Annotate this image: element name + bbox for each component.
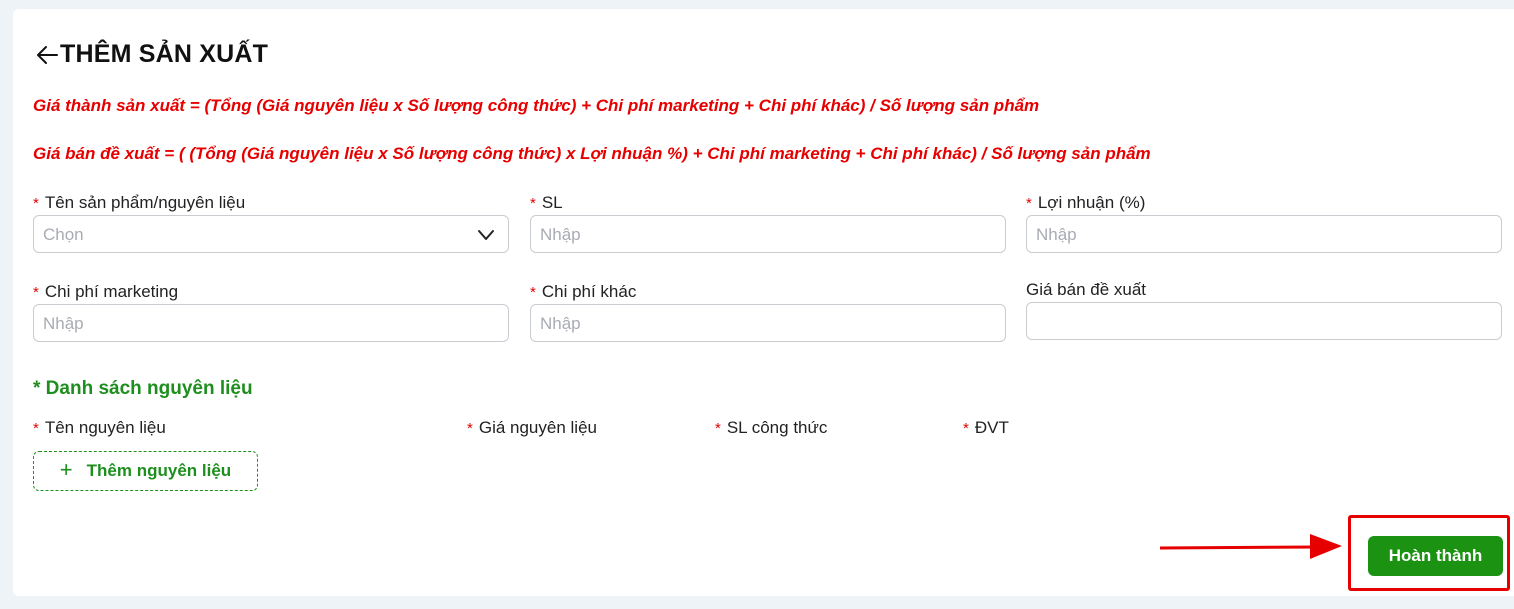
other-cost-field: * Chi phí khác Nhập: [530, 281, 1007, 344]
annotation-arrow-icon: [1159, 534, 1342, 559]
product-label: Tên sản phẩm/nguyên liệu: [44, 193, 246, 212]
column-unit-label: ĐVT: [974, 418, 1009, 437]
cost-formula: Giá thành sản xuất = (Tổng (Giá nguyên l…: [33, 96, 1040, 115]
profit-field: * Lợi nhuận (%) Nhập: [1026, 192, 1503, 255]
column-ingredient-price-label: Giá nguyên liệu: [478, 418, 597, 437]
quantity-placeholder: Nhập: [540, 225, 581, 244]
product-select[interactable]: Chọn: [33, 215, 509, 253]
complete-button[interactable]: Hoàn thành: [1368, 536, 1503, 576]
column-ingredient-name-label: Tên nguyên liệu: [44, 418, 166, 437]
quantity-field: * SL Nhập: [530, 192, 1007, 255]
other-cost-label: Chi phí khác: [541, 282, 637, 301]
required-mark: *: [467, 420, 473, 437]
required-mark: *: [33, 283, 39, 301]
required-mark: *: [530, 283, 536, 301]
column-ingredient-price: * Giá nguyên liệu: [467, 418, 597, 438]
marketing-field: * Chi phí marketing Nhập: [33, 281, 510, 344]
column-ingredient-name: * Tên nguyên liệu: [33, 418, 166, 438]
profit-placeholder: Nhập: [1036, 225, 1077, 244]
other-cost-placeholder: Nhập: [540, 314, 581, 333]
column-recipe-quantity: * SL công thức: [715, 418, 827, 438]
marketing-label: Chi phí marketing: [44, 282, 179, 301]
header: THÊM SẢN XUẤT: [34, 40, 268, 69]
required-mark: *: [715, 420, 721, 437]
column-recipe-quantity-label: SL công thức: [726, 418, 828, 437]
product-field: * Tên sản phẩm/nguyên liệu Chọn: [33, 192, 510, 255]
product-placeholder: Chọn: [43, 225, 84, 244]
required-mark: *: [963, 420, 969, 437]
chevron-down-icon[interactable]: [477, 226, 495, 244]
other-cost-input[interactable]: Nhập: [530, 304, 1006, 342]
suggested-price-label: Giá bán đề xuất: [1026, 280, 1147, 299]
profit-input[interactable]: Nhập: [1026, 215, 1502, 253]
required-mark: *: [33, 420, 39, 437]
required-mark: *: [33, 194, 39, 212]
marketing-placeholder: Nhập: [43, 314, 84, 333]
add-ingredient-label: Thêm nguyên liệu: [86, 461, 232, 480]
quantity-label: SL: [541, 193, 563, 212]
required-mark: *: [1026, 194, 1032, 212]
marketing-input[interactable]: Nhập: [33, 304, 509, 342]
required-mark: *: [530, 194, 536, 212]
ingredients-section-title: * Danh sách nguyên liệu: [33, 378, 253, 399]
plus-icon: +: [59, 456, 73, 482]
suggested-price-input[interactable]: [1026, 302, 1502, 340]
page-title: THÊM SẢN XUẤT: [60, 40, 269, 68]
add-ingredient-button[interactable]: + Thêm nguyên liệu: [33, 451, 258, 491]
quantity-input[interactable]: Nhập: [530, 215, 1006, 253]
column-unit: * ĐVT: [963, 418, 1009, 438]
price-formula: Giá bán đề xuất = ( (Tổng (Giá nguyên li…: [33, 144, 1151, 163]
suggested-price-field: Giá bán đề xuất: [1026, 279, 1503, 342]
profit-label: Lợi nhuận (%): [1037, 193, 1146, 212]
arrow-left-icon[interactable]: [34, 42, 60, 68]
